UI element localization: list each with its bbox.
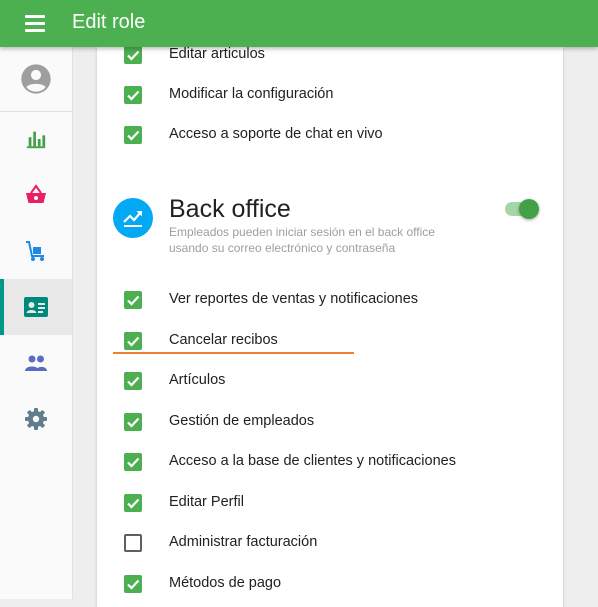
permission-row: Acceso a soporte de chat en vivo xyxy=(97,118,563,152)
permission-row: Ver reportes de ventas y notificaciones xyxy=(97,283,563,317)
sidebar-item-reports[interactable] xyxy=(0,111,72,167)
permission-label: Editar Perfil xyxy=(169,494,244,510)
back-office-toggle[interactable] xyxy=(503,197,541,221)
sidebar-item-avatar[interactable] xyxy=(0,47,72,112)
permission-label: Modificar la configuración xyxy=(169,86,334,102)
permission-label: Cancelar recibos xyxy=(169,332,278,348)
permission-row: Acceso a la base de clientes y notificac… xyxy=(97,445,563,479)
sidebar-item-sales[interactable] xyxy=(0,167,72,223)
sidebar xyxy=(0,47,73,599)
permission-checkbox[interactable] xyxy=(124,126,142,144)
check-icon xyxy=(127,336,140,347)
permission-row: Métodos de pago xyxy=(97,567,563,601)
highlight-underline xyxy=(113,352,354,354)
permission-row: Artículos xyxy=(97,364,563,398)
permission-checkbox[interactable] xyxy=(124,494,142,512)
permission-row: Administrar facturación xyxy=(97,526,563,560)
permission-checkbox[interactable] xyxy=(124,46,142,64)
sidebar-item-settings[interactable] xyxy=(0,391,72,447)
check-icon xyxy=(127,457,140,468)
permission-row: Editar Perfil xyxy=(97,486,563,520)
app-bar: Edit role xyxy=(0,0,598,47)
permission-row: Modificar la configuración xyxy=(97,78,563,112)
permission-label: Editar articulos xyxy=(169,46,265,62)
page-title: Edit role xyxy=(72,11,146,33)
permission-label: Métodos de pago xyxy=(169,575,282,591)
check-icon xyxy=(127,130,140,141)
permission-label: Acceso a la base de clientes y notificac… xyxy=(169,453,456,469)
sidebar-item-inventory[interactable] xyxy=(0,223,72,279)
gear-icon xyxy=(25,408,47,430)
account-circle-icon xyxy=(21,64,51,94)
permission-label: Administrar facturación xyxy=(169,534,318,550)
permission-checkbox[interactable] xyxy=(124,413,142,431)
permission-checkbox[interactable] xyxy=(124,453,142,471)
permission-label: Gestión de empleados xyxy=(169,413,315,429)
badge-icon xyxy=(24,297,48,317)
check-icon xyxy=(127,498,140,509)
check-icon xyxy=(127,90,140,101)
check-icon xyxy=(127,417,140,428)
permission-checkbox[interactable] xyxy=(124,86,142,104)
permission-checkbox[interactable] xyxy=(124,291,142,309)
bar-chart-icon xyxy=(26,131,46,149)
section-title: Back office xyxy=(169,195,291,223)
section-description: Empleados pueden iniciar sesión en el ba… xyxy=(169,225,435,255)
permission-label: Artículos xyxy=(169,372,226,388)
permission-row: Gestión de empleados xyxy=(97,405,563,439)
permission-label: Acceso a soporte de chat en vivo xyxy=(169,126,383,142)
people-icon xyxy=(25,355,47,371)
permission-checkbox[interactable] xyxy=(124,332,142,350)
trending-up-icon xyxy=(113,198,153,238)
permission-checkbox[interactable] xyxy=(124,575,142,593)
check-icon xyxy=(127,579,140,590)
check-icon xyxy=(127,376,140,387)
sidebar-item-customers[interactable] xyxy=(0,335,72,391)
dolly-icon xyxy=(26,241,44,261)
permission-checkbox[interactable] xyxy=(124,534,142,552)
permission-checkbox[interactable] xyxy=(124,372,142,390)
check-icon xyxy=(127,50,140,61)
permission-label: Ver reportes de ventas y notificaciones xyxy=(169,291,419,307)
check-icon xyxy=(127,295,140,306)
role-permissions-card: Editar articulos Modificar la configurac… xyxy=(97,46,563,607)
basket-icon xyxy=(26,184,46,203)
menu-icon[interactable] xyxy=(22,13,48,35)
sidebar-item-employees[interactable] xyxy=(0,279,72,335)
